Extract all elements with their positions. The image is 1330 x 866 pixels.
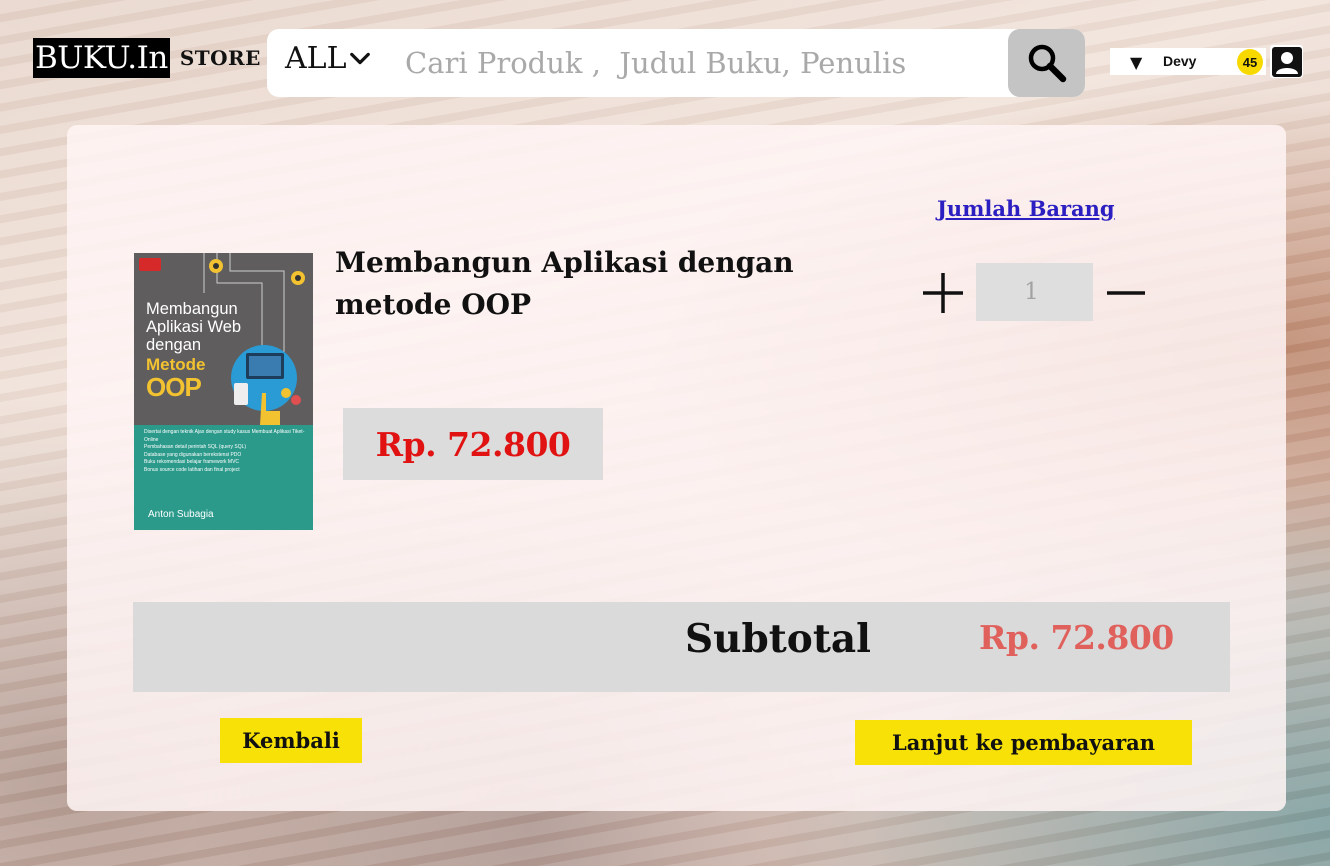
caret-down-icon: ▼ — [1130, 53, 1143, 72]
avatar[interactable] — [1270, 45, 1303, 78]
increase-quantity-button[interactable] — [921, 271, 965, 315]
cover-bullet: Buku rekomendasi belajar framework MVC — [144, 459, 240, 465]
cover-bullet: Database yang digunakan berekstensi PDO — [144, 451, 242, 458]
logo-text: BUKU.In — [33, 38, 170, 78]
subtotal-label: Subtotal — [685, 616, 871, 662]
quantity-header-link[interactable]: Jumlah Barang — [937, 196, 1115, 221]
cover-author: Anton Subagia — [148, 509, 214, 520]
logo-store-text: STORE — [179, 46, 261, 70]
user-icon — [1271, 46, 1302, 77]
subtotal-bar: Subtotal Rp. 72.800 — [133, 602, 1230, 692]
back-button[interactable]: Kembali — [220, 718, 362, 763]
plus-icon — [923, 273, 963, 313]
minus-icon — [1107, 291, 1145, 295]
category-dropdown[interactable]: ALL — [285, 41, 371, 76]
quantity-field[interactable] — [976, 263, 1093, 321]
product-price: Rp. 72.800 — [375, 424, 571, 464]
search-input[interactable] — [405, 39, 1005, 87]
search-button[interactable] — [1008, 29, 1085, 97]
store-logo[interactable]: BUKU.In STORE — [33, 38, 261, 78]
chevron-down-icon — [349, 52, 370, 64]
search-icon — [1028, 44, 1066, 83]
search-bar: ALL — [267, 29, 1085, 97]
cover-bullet: Disertai dengan teknik Ajax dengan study… — [144, 429, 305, 443]
price-box: Rp. 72.800 — [343, 408, 603, 480]
subtotal-value: Rp. 72.800 — [979, 618, 1174, 657]
continue-to-payment-button[interactable]: Lanjut ke pembayaran — [855, 720, 1192, 765]
book-cover[interactable]: Membangun Aplikasi Web dengan Metode OOP D… — [134, 253, 313, 530]
notification-badge[interactable]: 45 — [1237, 49, 1263, 75]
cover-bullet: Pembahasan detail perintah SQL (query SQ… — [144, 444, 247, 450]
decrease-quantity-button[interactable] — [1105, 271, 1147, 315]
cover-highlight-2: OOP — [146, 372, 202, 402]
product-title: Membangun Aplikasi dengan metode OOP — [335, 246, 794, 321]
cover-bullets: Disertai dengan teknik Ajax dengan study… — [144, 429, 309, 474]
category-label: ALL — [285, 41, 347, 76]
cover-bullet: Bonus source code latihan dan final proj… — [144, 466, 240, 473]
cover-title: Membangun Aplikasi Web dengan — [146, 300, 242, 354]
user-name: Devy — [1163, 53, 1197, 69]
